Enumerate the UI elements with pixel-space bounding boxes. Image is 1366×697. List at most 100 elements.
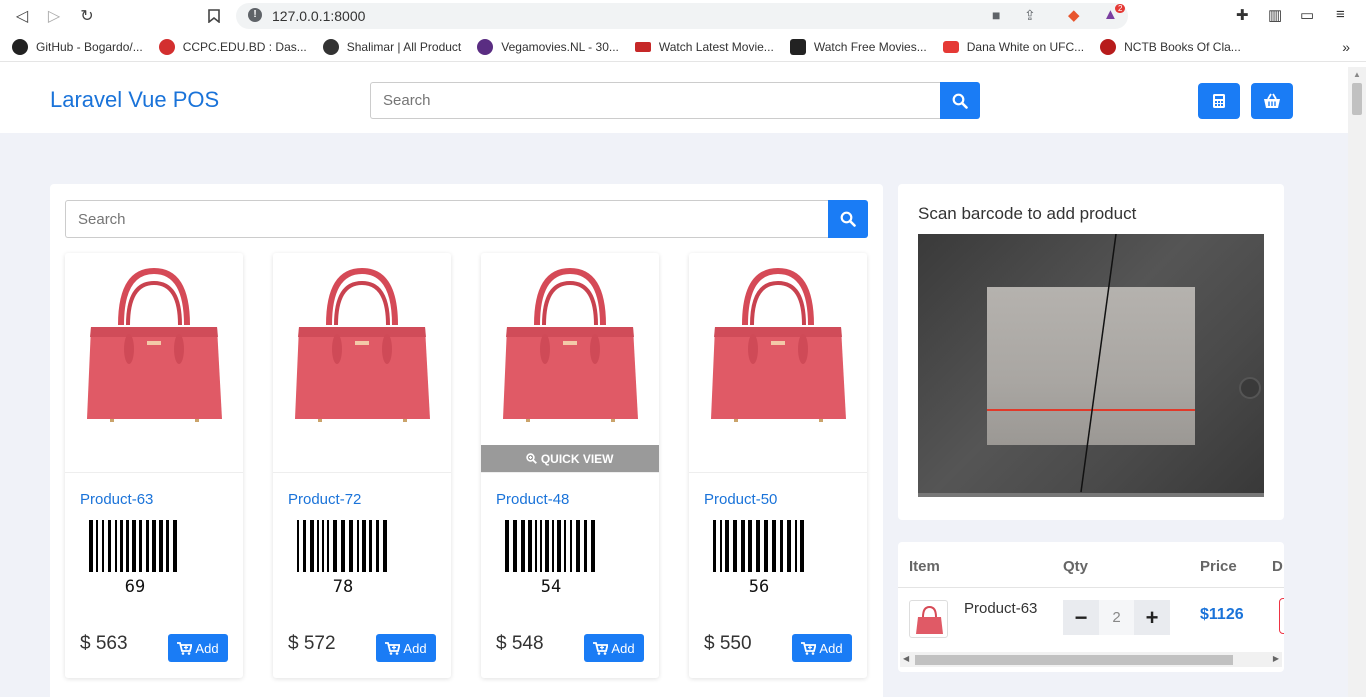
product-card[interactable]: QUICK VIEW Product-48 54 $ 548 Add xyxy=(481,253,659,678)
header-search-input[interactable] xyxy=(370,82,940,119)
product-image[interactable] xyxy=(65,253,243,473)
barcode-bar xyxy=(545,520,549,572)
bookmark-item[interactable]: Watch Free Movies... xyxy=(789,39,927,55)
barcode-bar xyxy=(725,520,729,572)
add-to-cart-button[interactable]: Add xyxy=(584,634,644,662)
page-scrollbar[interactable]: ▲ xyxy=(1348,67,1366,697)
forward-icon[interactable]: ▷ xyxy=(43,5,65,27)
top-navbar: Laravel Vue POS xyxy=(0,67,1348,133)
barcode-bar xyxy=(557,520,561,572)
scroll-right-icon[interactable]: ▶ xyxy=(1273,654,1279,663)
barcode-bar xyxy=(126,520,129,572)
reload-icon[interactable]: ↻ xyxy=(76,5,98,27)
back-icon[interactable]: ◁ xyxy=(11,5,33,27)
increase-qty-button[interactable]: + xyxy=(1134,600,1170,635)
product-search-button[interactable] xyxy=(828,200,868,238)
product-image[interactable] xyxy=(689,253,867,473)
page-scrollbar-thumb[interactable] xyxy=(1352,83,1362,115)
product-price: $ 548 xyxy=(496,633,544,654)
movie-icon xyxy=(634,42,651,52)
wallet-icon[interactable]: ▭ xyxy=(1300,6,1314,24)
barcode-bar xyxy=(741,520,745,572)
barcode-bar xyxy=(513,520,517,572)
product-name[interactable]: Product-50 xyxy=(704,491,777,508)
bookmark-item[interactable]: Vegamovies.NL - 30... xyxy=(477,39,619,55)
add-to-cart-button[interactable]: Add xyxy=(168,634,228,662)
quantity-value[interactable]: 2 xyxy=(1099,600,1134,635)
camera-preview[interactable] xyxy=(918,234,1264,497)
barcode-bar xyxy=(120,520,123,572)
barcode-bar xyxy=(322,520,324,572)
barcode-image xyxy=(297,520,387,572)
barcode-bar xyxy=(521,520,525,572)
quantity-stepper: − 2 + xyxy=(1063,600,1170,635)
brand-logo[interactable]: Laravel Vue POS xyxy=(50,87,219,113)
menu-icon[interactable]: ≡ xyxy=(1336,6,1345,23)
bookmark-item[interactable]: Dana White on UFC... xyxy=(942,40,1084,54)
handbag-image xyxy=(87,267,222,422)
barcode-number: 54 xyxy=(540,577,562,597)
basket-icon xyxy=(1264,93,1280,108)
brave-shield-icon[interactable]: ◆ xyxy=(1068,6,1080,24)
barcode-bar xyxy=(297,520,299,572)
barcode-bar xyxy=(733,520,737,572)
cart-plus-icon xyxy=(385,641,401,655)
delete-item-button[interactable] xyxy=(1279,598,1284,634)
camera-scene xyxy=(1080,234,1261,493)
decrease-qty-button[interactable]: − xyxy=(1063,600,1099,635)
bookmark-item[interactable]: GitHub - Bogardo/... xyxy=(12,39,143,55)
barcode-bar xyxy=(795,520,797,572)
add-to-cart-button[interactable]: Add xyxy=(376,634,436,662)
nctb-icon xyxy=(1100,39,1117,55)
add-to-cart-button[interactable]: Add xyxy=(792,634,852,662)
bookmark-icon[interactable] xyxy=(203,5,225,27)
product-card[interactable]: Product-63 69 $ 563 Add xyxy=(65,253,243,678)
bookmark-item[interactable]: Shalimar | All Product xyxy=(322,39,461,55)
bookmark-item[interactable]: NCTB Books Of Cla... xyxy=(1100,39,1241,55)
barcode-bar xyxy=(564,520,566,572)
address-bar[interactable]: ! 127.0.0.1:8000 ■ ⇪ xyxy=(236,3,1128,29)
barcode-bar xyxy=(341,520,345,572)
bookmark-item[interactable]: CCPC.EDU.BD : Das... xyxy=(158,39,307,55)
product-card[interactable]: Product-50 56 $ 550 Add xyxy=(689,253,867,678)
quick-view-button[interactable]: QUICK VIEW xyxy=(481,445,659,472)
barcode-bar xyxy=(505,520,509,572)
product-image[interactable] xyxy=(273,253,451,473)
product-name[interactable]: Product-63 xyxy=(80,491,153,508)
basket-button[interactable] xyxy=(1251,83,1293,119)
product-name[interactable]: Product-72 xyxy=(288,491,361,508)
barcode-bar xyxy=(132,520,136,572)
calculator-button[interactable] xyxy=(1198,83,1240,119)
scanner-title: Scan barcode to add product xyxy=(918,204,1137,223)
scroll-left-icon[interactable]: ◀ xyxy=(903,654,909,663)
cart-horizontal-scrollbar[interactable]: ◀ ▶ xyxy=(900,652,1282,667)
page: Laravel Vue POS Product-63 xyxy=(0,67,1348,697)
barcode-image xyxy=(713,520,804,572)
scrollbar-thumb[interactable] xyxy=(915,655,1233,665)
product-search-input[interactable] xyxy=(65,200,828,238)
header-search-button[interactable] xyxy=(940,82,980,119)
barcode-bar xyxy=(713,520,716,572)
barcode-bar xyxy=(317,520,319,572)
barcode-bar xyxy=(166,520,169,572)
globe-icon xyxy=(322,39,339,55)
scroll-up-icon[interactable]: ▲ xyxy=(1353,70,1361,79)
product-card[interactable]: Product-72 78 $ 572 Add xyxy=(273,253,451,678)
bookmark-item[interactable]: Watch Latest Movie... xyxy=(634,40,774,54)
bookmarks-bar: GitHub - Bogardo/... CCPC.EDU.BD : Das..… xyxy=(0,33,1366,62)
product-name[interactable]: Product-48 xyxy=(496,491,569,508)
calculator-icon xyxy=(1213,94,1225,108)
barcode-bar xyxy=(310,520,314,572)
barcode-bar xyxy=(357,520,359,572)
camera-icon[interactable]: ■ xyxy=(992,7,1000,23)
handbag-image xyxy=(295,267,430,422)
sidebar-icon[interactable]: ▥ xyxy=(1268,6,1282,24)
extensions-icon[interactable]: ✚ xyxy=(1236,6,1249,24)
product-price: $ 563 xyxy=(80,633,128,654)
site-info-icon[interactable]: ! xyxy=(248,8,262,22)
share-icon[interactable]: ⇪ xyxy=(1024,7,1036,24)
product-image[interactable]: QUICK VIEW xyxy=(481,253,659,473)
handbag-image xyxy=(503,267,638,422)
more-bookmarks-icon[interactable]: » xyxy=(1342,39,1350,55)
barcode-bar xyxy=(89,520,93,572)
